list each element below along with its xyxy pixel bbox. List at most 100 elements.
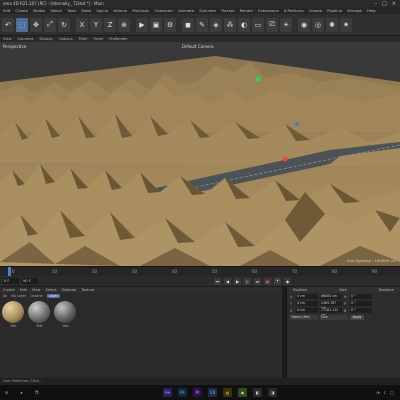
menu-simulate[interactable]: Simulate (199, 8, 216, 13)
pen-icon[interactable]: ✎ (196, 17, 208, 32)
render-settings-icon[interactable]: ⚙ (164, 17, 176, 32)
task-view-icon[interactable]: ❐ (32, 388, 41, 397)
position-y-field[interactable]: 0 cm (296, 301, 318, 306)
photoshop-icon[interactable]: Ps (178, 388, 187, 397)
menu-extensions[interactable]: Extensions (258, 8, 279, 13)
menu-octane[interactable]: Octane (309, 8, 323, 13)
menu-x-particles[interactable]: X-Particles (284, 8, 304, 13)
position-x-field[interactable]: 0 cm (296, 294, 318, 299)
viewport-menu-display[interactable]: Display (40, 37, 53, 41)
viewport-camera-label[interactable]: Default Camera (182, 44, 214, 49)
start-frame-field[interactable]: 0 F (3, 278, 19, 284)
render-view-icon[interactable]: ▶ (136, 17, 148, 32)
volume-icon[interactable]: ♪ (384, 390, 387, 395)
rotation-p-field[interactable]: 0 ° (350, 301, 372, 306)
menu-mograph[interactable]: MoGraph (132, 8, 149, 13)
cloner-icon[interactable]: ⁂ (224, 17, 236, 32)
material-item[interactable]: Mat (28, 301, 51, 328)
menu-spline[interactable]: Spline (96, 8, 108, 13)
viewport-menu-prorender[interactable]: ProRender (109, 37, 128, 41)
3d-viewport[interactable]: Perspective Default Camera Grid Spacing … (0, 42, 400, 266)
autokey-icon[interactable]: ⦿ (274, 277, 281, 285)
octane-settings-icon[interactable]: ◎ (312, 17, 324, 32)
y-axis-icon[interactable]: Y (90, 17, 102, 32)
minimize-button[interactable]: – (375, 1, 378, 7)
file-explorer-icon[interactable]: ▤ (223, 388, 232, 397)
play-icon[interactable]: ▶ (234, 277, 241, 285)
rotation-b-field[interactable]: 0 ° (350, 308, 372, 313)
chrome-icon[interactable]: ◉ (238, 388, 247, 397)
filter-all[interactable]: All (3, 294, 7, 298)
app-icon[interactable]: ◧ (253, 388, 262, 397)
material-menu-create[interactable]: Create (3, 288, 15, 292)
menu-help[interactable]: Help (367, 8, 376, 13)
viewport-menu-view[interactable]: View (3, 37, 12, 41)
close-button[interactable]: × (392, 1, 396, 7)
rotation-h-field[interactable]: 0 ° (350, 294, 372, 299)
xp-emitter-icon[interactable]: ✺ (326, 17, 338, 32)
after-effects-icon[interactable]: Ae (163, 388, 172, 397)
viewport-menu-panel[interactable]: Panel (94, 37, 104, 41)
menu-window[interactable]: Window (347, 8, 362, 13)
menu-volume[interactable]: Volume (113, 8, 127, 13)
rotate-icon[interactable]: ↻ (58, 17, 70, 32)
end-frame-field[interactable]: 90 F (22, 278, 38, 284)
x-axis-icon[interactable]: X (76, 17, 88, 32)
light-icon[interactable]: ☀ (280, 17, 292, 32)
go-to-end-icon[interactable]: ⏭ (254, 277, 261, 285)
next-frame-icon[interactable]: ▷ (244, 277, 251, 285)
cinema4d-icon[interactable]: C4 (208, 388, 217, 397)
app-icon[interactable]: ◨ (268, 388, 277, 397)
material-menu-edit[interactable]: Edit (20, 288, 27, 292)
material-menu-texture[interactable]: Texture (81, 288, 94, 292)
octane-live-viewer-icon[interactable]: ◉ (298, 17, 310, 32)
render-picture-viewer-icon[interactable]: ▣ (150, 17, 162, 32)
position-z-field[interactable]: 0 cm (296, 308, 318, 313)
material-menu-view[interactable]: View (32, 288, 41, 292)
filter-octane[interactable]: Octane (30, 294, 42, 298)
move-icon[interactable]: ✥ (30, 17, 42, 32)
cube-icon[interactable]: ◼ (182, 17, 194, 32)
undo-icon[interactable]: ↶ (2, 17, 14, 32)
notification-icon[interactable]: ▢ (390, 390, 394, 395)
menu-tools[interactable]: Tools (67, 8, 76, 13)
menu-tracker[interactable]: Tracker (221, 8, 235, 13)
menu-select[interactable]: Select (50, 8, 62, 13)
record-icon[interactable]: ● (264, 277, 271, 285)
menu-modes[interactable]: Modes (33, 8, 45, 13)
coordinate-system-icon[interactable]: ⊕ (118, 17, 130, 32)
z-axis-icon[interactable]: Z (104, 17, 116, 32)
menu-create[interactable]: Create (15, 8, 28, 13)
material-menu-select[interactable]: Select (45, 288, 56, 292)
scale-icon[interactable]: ⤢ (44, 17, 56, 32)
keyframe-icon[interactable]: ◆ (284, 277, 291, 285)
xp-system-icon[interactable]: ✷ (340, 17, 352, 32)
menu-render[interactable]: Render (240, 8, 254, 13)
material-menu-material[interactable]: Material (62, 288, 77, 292)
viewport-menu-cameras[interactable]: Cameras (18, 37, 34, 41)
search-icon[interactable]: ⌕ (17, 388, 26, 397)
menu-character[interactable]: Character (154, 8, 173, 13)
size-y-field[interactable]: 2465.787 cm (320, 301, 342, 310)
menu-edit[interactable]: Edit (3, 8, 10, 13)
viewport-menu-filter[interactable]: Filter (79, 37, 88, 41)
menu-pipeline[interactable]: Pipeline (327, 8, 342, 13)
network-icon[interactable]: ◔ (376, 390, 380, 395)
go-to-start-icon[interactable]: ⏮ (214, 277, 221, 285)
timeline-ruler[interactable]: 0 10 20 30 40 50 60 70 80 90 (0, 266, 400, 277)
premiere-icon[interactable]: Pr (193, 388, 202, 397)
previous-frame-icon[interactable]: ◀ (224, 277, 231, 285)
menu-mesh[interactable]: Mesh (81, 8, 91, 13)
apply-button[interactable]: Apply (350, 315, 364, 320)
menu-animate[interactable]: Animate (178, 8, 194, 13)
size-z-field[interactable]: 77181.112 cm (320, 308, 342, 317)
maximize-button[interactable]: □ (382, 1, 387, 7)
filter-layer[interactable]: Layer (46, 294, 61, 298)
subdivision-icon[interactable]: ◈ (210, 17, 222, 32)
deformer-icon[interactable]: ◐ (238, 17, 250, 32)
viewport-menu-options[interactable]: Options (59, 37, 73, 41)
size-mode-dropdown[interactable]: Size (320, 315, 348, 320)
camera-icon[interactable]: ⎚ (266, 17, 278, 32)
size-x-field[interactable]: 86000 cm (320, 294, 342, 299)
coordinate-mode-dropdown[interactable]: Object (Rel) (290, 315, 318, 320)
